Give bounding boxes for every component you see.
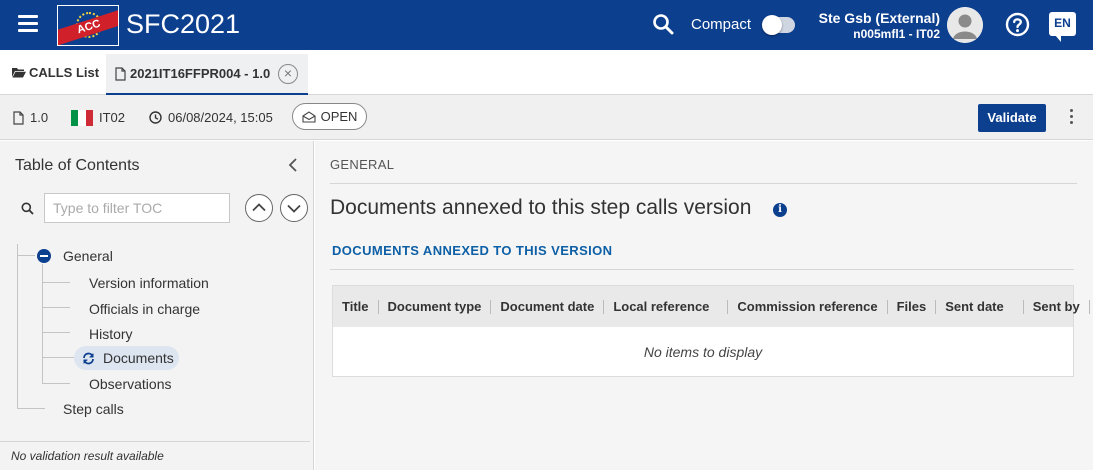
column-header-title[interactable]: Title [333, 299, 379, 314]
language-selector[interactable]: EN [1049, 12, 1076, 42]
tab-calls-list[interactable]: CALLS List [12, 65, 99, 80]
validate-button[interactable]: Validate [978, 104, 1046, 132]
tab-active-document-label: 2021IT16FFPR004 - 1.0 [130, 66, 271, 81]
column-header-local-reference[interactable]: Local reference [604, 299, 729, 314]
chevron-down-icon[interactable] [280, 194, 308, 222]
tab-bar: CALLS List 2021IT16FFPR004 - 1.0 × [0, 50, 1093, 95]
main-content: GENERAL Documents annexed to this step c… [315, 141, 1093, 470]
timestamp-info: 06/08/2024, 15:05 [149, 95, 273, 140]
status-open-label: OPEN [320, 109, 358, 124]
tree-line [17, 244, 18, 408]
toc-search-icon[interactable] [12, 193, 42, 223]
app-logo[interactable]: ACC [57, 5, 119, 46]
close-tab-icon[interactable]: × [278, 64, 298, 84]
divider [330, 183, 1077, 184]
column-header-document-type[interactable]: Document type [379, 299, 492, 314]
toc-title: Table of Contents [15, 157, 140, 174]
page-title: Documents annexed to this step calls ver… [330, 196, 752, 219]
section-label: GENERAL [330, 157, 395, 172]
envelope-open-icon [302, 110, 316, 123]
search-icon[interactable] [652, 13, 674, 35]
column-header-sent-by[interactable]: Sent by [1024, 299, 1090, 314]
compact-label: Compact [691, 16, 752, 33]
column-header-sent-date[interactable]: Sent date [936, 299, 1024, 314]
toc-item-documents-label: Documents [103, 350, 174, 366]
tree-line [42, 307, 70, 308]
section-heading: DOCUMENTS ANNEXED TO THIS VERSION [332, 243, 613, 258]
documents-table: Title Document type Document date Local … [332, 285, 1090, 377]
toc-item-step-calls[interactable]: Step calls [63, 401, 124, 417]
toc-item-observations[interactable]: Observations [89, 376, 171, 392]
info-bar: 1.0 IT02 06/08/2024, 15:05 OPEN Validate [0, 95, 1093, 140]
help-icon[interactable] [1005, 12, 1030, 37]
folder-open-icon [12, 68, 26, 78]
menu-icon[interactable] [18, 15, 38, 33]
toc-filter-input[interactable] [44, 193, 230, 223]
tree-line [42, 332, 70, 333]
more-options-icon[interactable] [1067, 109, 1075, 125]
italy-flag-icon [71, 109, 93, 126]
user-avatar[interactable] [947, 7, 983, 43]
table-empty-message: No items to display [643, 344, 763, 360]
column-header-commission-reference[interactable]: Commission reference [728, 299, 888, 314]
validation-status: No validation result available [0, 441, 310, 470]
document-icon [115, 66, 126, 81]
document-icon [13, 110, 24, 125]
tree-line [42, 282, 70, 283]
refresh-icon [83, 352, 94, 365]
timestamp: 06/08/2024, 15:05 [168, 110, 273, 125]
status-open-badge[interactable]: OPEN [292, 103, 367, 130]
avatar-person-icon [947, 7, 983, 43]
toc-item-officials-in-charge[interactable]: Officials in charge [89, 301, 200, 317]
tree-line [42, 357, 74, 358]
user-name: Ste Gsb (External) [818, 10, 940, 26]
country-code: IT02 [99, 110, 126, 125]
tree-line [17, 255, 35, 256]
app-title[interactable]: SFC2021 [126, 8, 240, 40]
divider [330, 269, 1074, 270]
table-header: Title Document type Document date Local … [333, 286, 1090, 327]
toc-panel: Table of Contents General Version inform… [0, 141, 314, 470]
country-info: IT02 [71, 95, 125, 140]
version-number: 1.0 [30, 110, 49, 125]
tree-line [42, 383, 70, 384]
tab-active-document[interactable]: 2021IT16FFPR004 - 1.0 × [106, 54, 308, 95]
user-id: n005mfl1 - IT02 [853, 27, 940, 41]
top-bar: ACC SFC2021 Compact Ste Gsb (External) n… [0, 0, 1093, 50]
collapse-panel-icon[interactable] [286, 157, 300, 173]
column-header-document-date[interactable]: Document date [491, 299, 605, 314]
version-info: 1.0 [13, 95, 48, 140]
toc-item-general[interactable]: General [63, 248, 113, 264]
clock-icon [149, 111, 162, 124]
tab-calls-list-label: CALLS List [29, 65, 100, 80]
chevron-up-icon[interactable] [245, 194, 273, 222]
column-header-files[interactable]: Files [888, 299, 937, 314]
toc-item-documents[interactable]: Documents [74, 346, 179, 370]
tree-line [17, 408, 45, 409]
toc-item-history[interactable]: History [89, 326, 133, 342]
toggle-knob [762, 15, 782, 35]
compact-toggle[interactable] [762, 15, 795, 35]
collapse-node-icon[interactable] [37, 249, 51, 263]
info-icon[interactable]: i [773, 203, 787, 217]
toc-item-version-information[interactable]: Version information [89, 275, 209, 291]
